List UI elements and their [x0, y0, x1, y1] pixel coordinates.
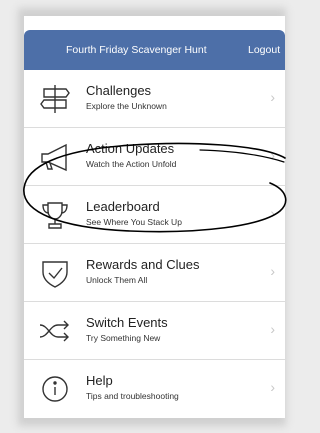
menu-item-subtitle: See Where You Stack Up [86, 217, 182, 227]
signpost-icon [38, 84, 72, 114]
chevron-right-icon: › [270, 263, 275, 279]
menu-item-subtitle: Tips and troubleshooting [86, 391, 179, 401]
trophy-icon [38, 200, 72, 230]
info-icon [38, 374, 72, 404]
logout-button[interactable]: Logout [248, 44, 280, 56]
menu-item-subtitle: Explore the Unknown [86, 101, 167, 111]
menu-item-help[interactable]: Help Tips and troubleshooting › [24, 360, 285, 417]
app-title: Fourth Friday Scavenger Hunt [66, 44, 207, 56]
menu-item-switch-events[interactable]: Switch Events Try Something New › [24, 302, 285, 360]
menu-item-leaderboard[interactable]: Leaderboard See Where You Stack Up › [24, 186, 285, 244]
chevron-right-icon: › [270, 89, 275, 105]
chevron-right-icon: › [270, 321, 275, 337]
menu-item-subtitle: Try Something New [86, 333, 161, 343]
chevron-right-icon: › [270, 147, 275, 163]
app-screen: Fourth Friday Scavenger Hunt Logout Chal… [24, 16, 285, 418]
shuffle-icon [38, 316, 72, 346]
menu-list: Challenges Explore the Unknown › Action … [24, 70, 285, 417]
menu-item-challenges[interactable]: Challenges Explore the Unknown › [24, 70, 285, 128]
chevron-right-icon: › [270, 205, 275, 221]
menu-item-label: Help [86, 373, 113, 388]
shield-check-icon [38, 258, 72, 288]
menu-item-label: Challenges [86, 83, 152, 98]
menu-item-action-updates[interactable]: Action Updates Watch the Action Unfold › [24, 128, 285, 186]
chevron-right-icon: › [270, 379, 275, 395]
menu-item-label: Leaderboard [86, 199, 160, 214]
menu-item-label: Switch Events [86, 315, 168, 330]
menu-item-label: Rewards and Clues [86, 257, 200, 272]
menu-item-subtitle: Watch the Action Unfold [86, 159, 177, 169]
menu-item-rewards-and-clues[interactable]: Rewards and Clues Unlock Them All › [24, 244, 285, 302]
menu-item-label: Action Updates [86, 141, 175, 156]
header-bar: Fourth Friday Scavenger Hunt Logout [24, 30, 285, 70]
megaphone-icon [38, 142, 72, 172]
menu-item-subtitle: Unlock Them All [86, 275, 148, 285]
